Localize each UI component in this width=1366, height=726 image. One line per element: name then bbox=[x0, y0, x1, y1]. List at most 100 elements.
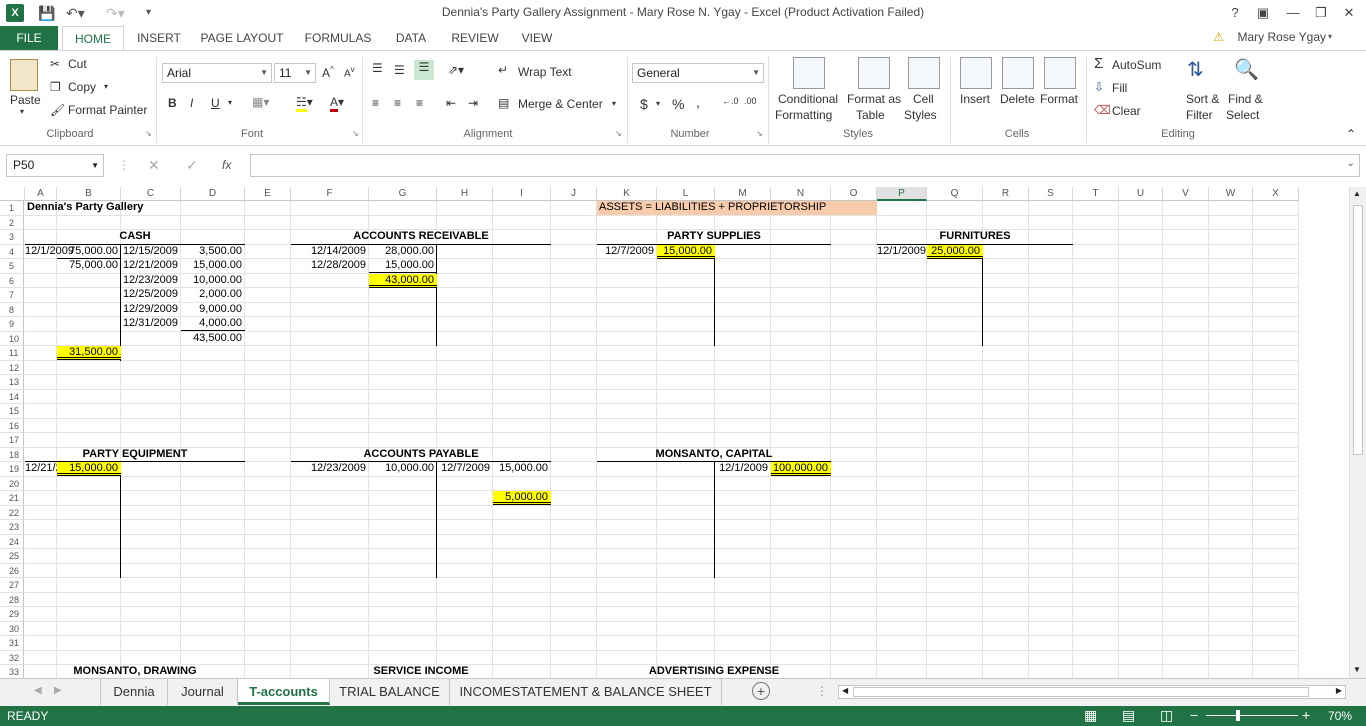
cell-styles-icon[interactable] bbox=[908, 57, 940, 89]
row-header[interactable]: 1 bbox=[0, 201, 24, 216]
column-header[interactable]: N bbox=[771, 187, 831, 201]
column-header[interactable]: G bbox=[369, 187, 437, 201]
collapse-ribbon-icon[interactable]: ⌃ bbox=[1346, 127, 1356, 141]
row-header[interactable]: 27 bbox=[0, 578, 24, 593]
row-header[interactable]: 21 bbox=[0, 491, 24, 506]
font-name-combo[interactable]: Arial ▼ bbox=[162, 63, 272, 83]
paste-icon[interactable] bbox=[10, 59, 38, 91]
fill-button[interactable]: Fill bbox=[1112, 81, 1127, 95]
scroll-up-icon[interactable]: ▲ bbox=[1353, 189, 1361, 198]
page-layout-view-icon[interactable]: ▤ bbox=[1122, 707, 1135, 724]
align-middle-icon[interactable]: ☰ bbox=[394, 63, 405, 77]
column-header[interactable]: H bbox=[437, 187, 493, 201]
ledger-cell[interactable]: 12/1/2009 bbox=[877, 245, 927, 259]
restore-icon[interactable]: ❐ bbox=[1308, 3, 1334, 23]
insert-cells-button[interactable]: Insert bbox=[960, 92, 990, 106]
equation-cell[interactable]: ASSETS = LIABILITIES + PROPRIETORSHIP bbox=[597, 201, 877, 215]
row-header[interactable]: 26 bbox=[0, 563, 24, 578]
insert-function-button[interactable]: fx bbox=[222, 158, 231, 172]
row-header[interactable]: 15 bbox=[0, 404, 24, 419]
row-header[interactable]: 7 bbox=[0, 288, 24, 303]
ledger-cell[interactable]: 15,000.00 bbox=[493, 462, 551, 476]
ledger-cell[interactable]: 10,000.00 bbox=[369, 462, 437, 476]
tab-data[interactable]: DATA bbox=[388, 26, 434, 50]
align-top-icon[interactable]: ☰ bbox=[372, 61, 383, 75]
delete-cells-icon[interactable] bbox=[1002, 57, 1034, 89]
row-header[interactable]: 9 bbox=[0, 317, 24, 332]
tab-view[interactable]: VIEW bbox=[514, 26, 560, 50]
tab-formulas[interactable]: FORMULAS bbox=[298, 26, 378, 50]
ledger-cell[interactable]: 75,000.00 bbox=[57, 259, 121, 273]
row-header[interactable]: 18 bbox=[0, 447, 24, 462]
delete-cells-button[interactable]: Delete bbox=[1000, 92, 1035, 106]
align-bottom-icon[interactable]: ☰ bbox=[414, 60, 434, 80]
clipboard-launcher-icon[interactable]: ↘ bbox=[145, 129, 152, 138]
number-launcher-icon[interactable]: ↘ bbox=[756, 129, 763, 138]
ledger-cell[interactable] bbox=[121, 332, 181, 346]
increase-indent-icon[interactable]: ⇥ bbox=[468, 96, 478, 110]
ap-balance-cell[interactable]: 5,000.00 bbox=[493, 491, 551, 505]
clear-button[interactable]: Clear bbox=[1112, 104, 1141, 118]
row-header[interactable]: 2 bbox=[0, 215, 24, 230]
ledger-cell[interactable]: 10,000.00 bbox=[181, 274, 245, 288]
user-dropdown-icon[interactable]: ▾ bbox=[1328, 32, 1332, 41]
tab-file[interactable]: FILE bbox=[0, 26, 58, 50]
cell-styles-button[interactable]: Cell bbox=[913, 92, 934, 106]
comma-button[interactable]: , bbox=[696, 94, 700, 110]
scroll-right-icon[interactable]: ▶ bbox=[1336, 686, 1342, 695]
normal-view-icon[interactable]: ▦ bbox=[1084, 707, 1097, 724]
sheet-tab-trial-balance[interactable]: TRIAL BALANCE bbox=[330, 679, 450, 705]
ledger-cell[interactable]: 12/23/2009 bbox=[121, 274, 181, 288]
cash-balance-cell[interactable]: 31,500.00 bbox=[57, 346, 121, 360]
minimize-icon[interactable]: — bbox=[1280, 3, 1306, 23]
conditional-formatting-button[interactable]: Conditional bbox=[778, 92, 838, 106]
font-color-icon[interactable]: A▾ bbox=[330, 95, 344, 112]
row-header[interactable]: 17 bbox=[0, 433, 24, 448]
italic-button[interactable]: I bbox=[190, 96, 193, 110]
row-header[interactable]: 23 bbox=[0, 520, 24, 535]
ledger-cell[interactable]: 12/7/2009 bbox=[597, 245, 657, 259]
insert-cells-icon[interactable] bbox=[960, 57, 992, 89]
column-header[interactable]: I bbox=[493, 187, 551, 201]
row-header[interactable]: 32 bbox=[0, 650, 24, 665]
tab-page-layout[interactable]: PAGE LAYOUT bbox=[196, 26, 288, 50]
format-painter-icon[interactable]: 🖌 bbox=[50, 103, 65, 117]
t-account-title[interactable]: SERVICE INCOME bbox=[291, 665, 551, 678]
ledger-cell[interactable]: 12/28/2009 bbox=[291, 259, 369, 273]
ledger-cell[interactable] bbox=[25, 303, 57, 317]
find-select-icon[interactable]: 🔍 bbox=[1234, 57, 1259, 82]
ledger-cell[interactable]: 25,000.00 bbox=[927, 244, 983, 259]
paste-button[interactable]: Paste bbox=[10, 93, 41, 107]
ledger-cell[interactable]: 15,000.00 bbox=[57, 462, 121, 476]
tab-review[interactable]: REVIEW bbox=[444, 26, 506, 50]
column-header[interactable]: A bbox=[25, 187, 57, 201]
format-as-table-button[interactable]: Format as bbox=[847, 92, 901, 106]
autosum-button[interactable]: AutoSum bbox=[1112, 58, 1161, 72]
ledger-cell[interactable] bbox=[25, 274, 57, 288]
ledger-cell[interactable]: 12/29/2009 bbox=[121, 303, 181, 317]
row-header[interactable]: 13 bbox=[0, 375, 24, 390]
column-header[interactable]: D bbox=[181, 187, 245, 201]
ledger-cell[interactable]: 12/21/2009 bbox=[25, 462, 80, 476]
column-header[interactable]: X bbox=[1253, 187, 1299, 201]
increase-font-icon[interactable]: A^ bbox=[322, 65, 334, 80]
column-header[interactable]: W bbox=[1209, 187, 1253, 201]
conditional-formatting-icon[interactable] bbox=[793, 57, 825, 89]
sheet-tab-t-accounts[interactable]: T-accounts bbox=[238, 679, 330, 705]
autosum-icon[interactable]: Σ bbox=[1094, 55, 1103, 72]
ledger-cell[interactable]: 9,000.00 bbox=[181, 303, 245, 317]
ledger-cell[interactable]: 43,500.00 bbox=[181, 332, 245, 346]
ledger-cell[interactable]: 12/15/2009 bbox=[121, 245, 181, 259]
t-account-title[interactable]: MONSANTO, DRAWING bbox=[25, 665, 245, 678]
underline-button[interactable]: U bbox=[211, 96, 220, 110]
tab-home[interactable]: HOME bbox=[62, 26, 124, 51]
currency-button[interactable]: $ bbox=[640, 96, 648, 112]
prev-sheet-icon[interactable]: ◀ bbox=[34, 685, 42, 696]
t-account-title[interactable]: FURNITURES bbox=[877, 230, 1073, 244]
page-break-view-icon[interactable]: ◫ bbox=[1160, 707, 1173, 724]
ledger-cell[interactable] bbox=[25, 317, 57, 331]
t-account-title[interactable]: MONSANTO, CAPITAL bbox=[597, 448, 831, 462]
ledger-cell[interactable]: 15,000.00 bbox=[369, 259, 437, 273]
decrease-font-icon[interactable]: Av bbox=[344, 65, 355, 79]
copy-button[interactable]: Copy bbox=[68, 80, 96, 94]
